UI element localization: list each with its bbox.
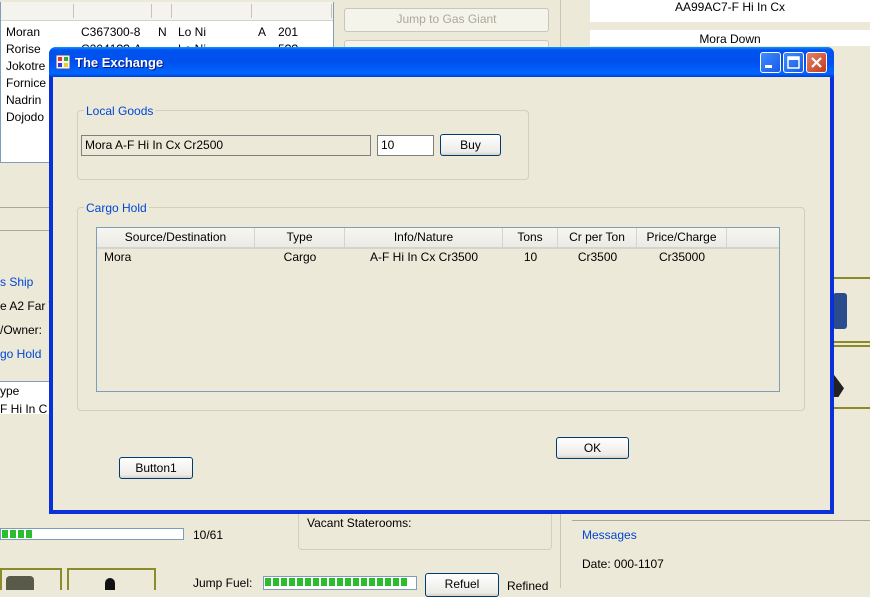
close-button[interactable] <box>806 52 827 73</box>
progress-segment <box>321 578 327 586</box>
local-goods-label: Local Goods <box>84 104 156 118</box>
ship-type-text: e A2 Far T <box>0 299 56 313</box>
column-header-tons[interactable]: Tons <box>503 228 558 247</box>
row-source: Mora <box>104 250 132 264</box>
column-header-price[interactable]: Price/Charge <box>637 228 727 247</box>
world-name: Jokotre <box>6 59 46 73</box>
quantity-field[interactable]: 10 <box>377 135 434 156</box>
world-name: Fornice <box>6 76 47 90</box>
row-info: A-F Hi In Cx Cr3500 <box>369 250 479 264</box>
cargo-progress-text: 10/61 <box>193 528 224 542</box>
column-header-type[interactable]: Type <box>255 228 345 247</box>
cargo-item: F Hi In C <box>0 402 48 416</box>
column-header-source[interactable]: Source/Destination <box>97 228 255 247</box>
world-name: Moran <box>6 25 41 39</box>
progress-segment <box>281 578 287 586</box>
crew-image-left <box>0 568 62 590</box>
divider <box>0 207 49 208</box>
refined-label: Refined <box>507 579 549 593</box>
progress-segment <box>345 578 351 586</box>
ship-icon <box>833 293 847 329</box>
progress-segment <box>361 578 367 586</box>
world-code-box: AA99AC7-F Hi In Cx <box>590 0 870 22</box>
cargo-list-header: Source/Destination Type Info/Nature Tons… <box>97 228 779 249</box>
minimize-button[interactable] <box>760 52 781 73</box>
window-app-icon <box>56 55 70 69</box>
world-name: Dojodo <box>6 110 45 124</box>
progress-segment <box>377 578 383 586</box>
world-code-text: AA99AC7-F Hi In Cx <box>674 0 786 14</box>
world-codes: Lo Ni <box>178 25 207 39</box>
progress-segment <box>18 530 24 538</box>
progress-segment <box>305 578 311 586</box>
maximize-button[interactable] <box>783 52 804 73</box>
cargo-list-view[interactable]: Source/Destination Type Info/Nature Tons… <box>96 227 780 392</box>
column-header-info[interactable]: Info/Nature <box>345 228 503 247</box>
progress-segment <box>289 578 295 586</box>
jump-gas-giant-button[interactable]: Jump to Gas Giant <box>344 8 549 32</box>
dialog-titlebar[interactable]: The Exchange <box>49 47 834 77</box>
crew-image-right <box>67 568 156 590</box>
row-price: Cr35000 <box>658 250 706 264</box>
progress-segment <box>2 530 8 538</box>
world-base: N <box>158 25 167 39</box>
ship-group-label: s Ship <box>0 275 34 289</box>
progress-segment <box>273 578 279 586</box>
dialog-title: The Exchange <box>75 55 164 70</box>
divider <box>0 230 49 231</box>
refuel-button[interactable]: Refuel <box>425 573 499 597</box>
table-row[interactable]: Mora Cargo A-F Hi In Cx Cr3500 10 Cr3500… <box>97 249 779 265</box>
progress-segment <box>337 578 343 586</box>
progress-segment <box>297 578 303 586</box>
world-name: Rorise <box>6 42 41 56</box>
cargo-type-header: ype <box>0 384 20 398</box>
buy-button[interactable]: Buy <box>440 134 501 156</box>
progress-segment <box>313 578 319 586</box>
owner-label: /Owner: <box>0 323 43 337</box>
progress-segment <box>10 530 16 538</box>
row-tons: 10 <box>523 250 538 264</box>
dialog-body: Local Goods Mora A-F Hi In Cx Cr2500 10 … <box>53 77 830 510</box>
vacant-staterooms-label: Vacant Staterooms: <box>307 516 412 530</box>
progress-segment <box>393 578 399 586</box>
world-row[interactable]: Moran C367300-8 N Lo Ni A 201 <box>6 24 331 40</box>
world-zone: A <box>258 25 267 39</box>
divider <box>572 520 870 521</box>
progress-segment <box>369 578 375 586</box>
row-type: Cargo <box>283 250 317 264</box>
world-name-box: Mora Down <box>590 30 870 46</box>
progress-segment <box>26 530 32 538</box>
progress-segment <box>353 578 359 586</box>
ok-button[interactable]: OK <box>556 437 629 459</box>
exchange-dialog: The Exchange Local Goods Mora A-F Hi In … <box>49 47 834 514</box>
progress-segment <box>329 578 335 586</box>
world-name-text: Mora Down <box>699 32 761 46</box>
date-text: Date: 000-1107 <box>582 557 664 571</box>
world-list-header[interactable] <box>1 2 333 21</box>
progress-segment <box>265 578 271 586</box>
local-goods-field[interactable]: Mora A-F Hi In Cx Cr2500 <box>81 135 371 156</box>
column-header-cr-per-ton[interactable]: Cr per Ton <box>558 228 637 247</box>
cargo-list[interactable]: ype F Hi In C <box>0 381 49 416</box>
progress-segment <box>401 578 407 586</box>
cargo-hold-group-label: Cargo Hold <box>84 201 149 215</box>
button1[interactable]: Button1 <box>119 457 193 479</box>
world-uwp: C367300-8 <box>81 25 141 39</box>
row-cr-per-ton: Cr3500 <box>577 250 618 264</box>
maximize-icon <box>787 56 800 69</box>
close-icon <box>811 57 822 68</box>
progress-segment <box>385 578 391 586</box>
person-icon <box>105 578 115 590</box>
world-pbg: 201 <box>278 25 299 39</box>
minimize-icon <box>765 65 772 68</box>
world-name: Nadrin <box>6 93 42 107</box>
messages-label: Messages <box>582 528 637 542</box>
cargo-progress-bar <box>0 528 184 540</box>
cargo-hold-label: go Hold <box>0 347 42 361</box>
